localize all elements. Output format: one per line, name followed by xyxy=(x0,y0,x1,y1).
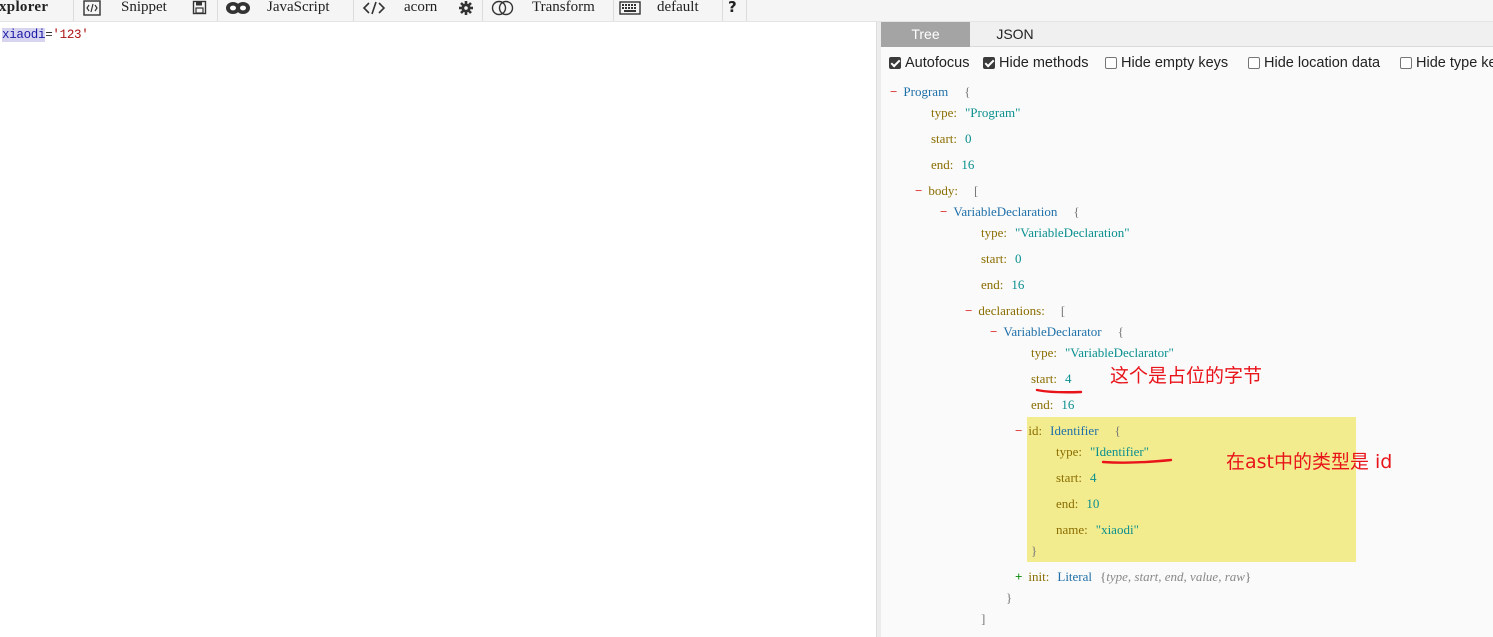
tree-node-body[interactable]: − body:[ xyxy=(915,183,978,199)
prop-end: end: 16 xyxy=(1031,397,1075,412)
code-icon xyxy=(362,0,386,19)
annotation-type-note: 在ast中的类型是 id xyxy=(1226,451,1393,473)
language-button[interactable]: JavaScript xyxy=(225,0,329,21)
toolbar-divider xyxy=(613,0,614,21)
tree-node-literal[interactable]: + init: Literal {type, start, end, value, r… xyxy=(1015,569,1251,585)
toolbar: xplorer Snippet JavaScript acorn Transfo… xyxy=(0,0,1493,22)
snippet-label: Snippet xyxy=(121,0,167,15)
prop-type: type: "VariableDeclaration" xyxy=(981,225,1130,240)
language-label: JavaScript xyxy=(267,0,330,15)
annotation-start-note: 这个是占位的字节 xyxy=(1110,365,1263,387)
prop-start: start: 4 xyxy=(1056,470,1097,485)
prop-type: type: "VariableDeclarator" xyxy=(1031,345,1174,360)
toolbar-divider xyxy=(482,0,483,21)
toolbar-divider xyxy=(353,0,354,21)
prop-end: end: 10 xyxy=(1056,496,1100,511)
keymap-button[interactable]: default xyxy=(619,0,699,21)
prop-start: start: 4 xyxy=(1031,371,1072,386)
snippet-button[interactable]: Snippet xyxy=(83,0,167,21)
closing-brace: } xyxy=(1031,543,1038,558)
prop-type: type: "Identifier" xyxy=(1056,444,1149,459)
prop-start: start: 0 xyxy=(981,251,1022,266)
collapse-toggle[interactable]: − xyxy=(965,303,972,318)
language-icon xyxy=(225,0,251,19)
keyboard-icon xyxy=(619,0,641,19)
save-button[interactable] xyxy=(192,0,208,21)
parser-settings-button[interactable] xyxy=(458,0,474,21)
toolbar-divider xyxy=(217,0,218,21)
node-summary: type, start, end, value, raw xyxy=(1106,569,1245,584)
output-panel: Tree JSON Autofocus Hide methods Hide em… xyxy=(881,22,1493,637)
prop-end: end: 16 xyxy=(931,157,975,172)
toolbar-divider xyxy=(722,0,723,21)
tree-node-identifier[interactable]: − id: Identifier{ xyxy=(1015,423,1121,439)
save-icon xyxy=(192,0,208,19)
tree-node-declarations[interactable]: − declarations:[ xyxy=(965,303,1065,319)
code-editor[interactable]: xiaodi='123' xyxy=(0,22,876,637)
collapse-toggle[interactable]: − xyxy=(990,324,997,339)
app-title: xplorer xyxy=(0,0,49,15)
tree-node-variable-declaration[interactable]: − VariableDeclaration{ xyxy=(940,204,1080,220)
ast-tree: − Program{ type: "Program" start: 0 end: 16 … xyxy=(881,22,1493,637)
expand-toggle[interactable]: + xyxy=(1015,569,1022,584)
node-type-name: Program xyxy=(903,84,949,99)
prop-type: type: "Program" xyxy=(931,105,1021,120)
parser-button[interactable]: acorn xyxy=(362,0,437,21)
toolbar-divider xyxy=(73,0,74,21)
collapse-toggle[interactable]: − xyxy=(915,183,922,198)
collapse-toggle[interactable]: − xyxy=(890,84,897,99)
collapse-toggle[interactable]: − xyxy=(1015,423,1022,438)
gear-icon xyxy=(458,0,474,19)
keymap-label: default xyxy=(657,0,699,15)
tree-node-variable-declarator[interactable]: − VariableDeclarator{ xyxy=(990,324,1124,340)
underline-start-mark xyxy=(1035,388,1083,394)
collapse-toggle[interactable]: − xyxy=(940,204,947,219)
tree-node-program[interactable]: − Program{ xyxy=(890,84,970,100)
closing-brace: } xyxy=(1006,590,1013,605)
prop-start: start: 0 xyxy=(931,131,972,146)
help-button[interactable]: ? xyxy=(728,0,737,21)
transform-label: Transform xyxy=(532,0,595,15)
code-line[interactable]: xiaodi='123' xyxy=(2,28,89,42)
code-string-literal: '123' xyxy=(52,28,89,42)
prop-name: name: "xiaodi" xyxy=(1056,522,1139,537)
prop-end: end: 16 xyxy=(981,277,1025,292)
parser-label: acorn xyxy=(404,0,438,15)
snippet-icon xyxy=(83,0,103,19)
closing-bracket: ] xyxy=(981,611,986,626)
code-identifier: xiaodi xyxy=(2,28,46,42)
transform-button[interactable]: Transform xyxy=(490,0,595,21)
toggle-icon xyxy=(490,0,516,19)
toolbar-divider xyxy=(746,0,747,21)
